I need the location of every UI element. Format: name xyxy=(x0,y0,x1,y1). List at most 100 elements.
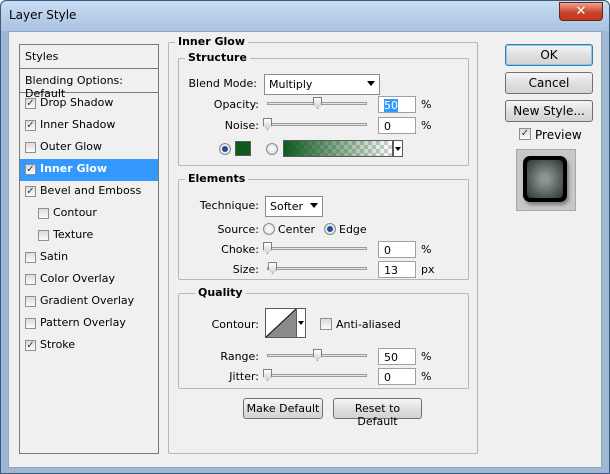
solid-color-radio[interactable] xyxy=(219,143,231,155)
style-item-checkbox[interactable]: ✓ xyxy=(25,120,36,131)
choke-slider-thumb[interactable] xyxy=(263,242,272,254)
anti-aliased-label: Anti-aliased xyxy=(336,318,401,331)
contour-preview[interactable] xyxy=(265,308,297,338)
style-item-checkbox[interactable]: ✓ xyxy=(25,186,36,197)
opacity-input[interactable]: 50 xyxy=(378,96,416,113)
range-input[interactable]: 50 xyxy=(378,348,416,365)
style-item-drop-shadow[interactable]: ✓ Drop Shadow xyxy=(20,93,158,115)
source-label: Source: xyxy=(217,223,260,236)
quality-group: Quality Contour: Anti-aliased Range: 50 … xyxy=(178,286,469,389)
style-item-contour[interactable]: Contour xyxy=(20,203,158,225)
noise-unit: % xyxy=(421,119,432,132)
style-item-gradient-overlay[interactable]: Gradient Overlay xyxy=(20,291,158,313)
noise-slider[interactable] xyxy=(267,123,367,126)
style-item-label: Bevel and Emboss xyxy=(40,184,142,197)
window-title: Layer Style xyxy=(9,8,77,22)
layer-style-dialog: Layer Style ✕ Styles Blending Options: D… xyxy=(0,0,610,474)
style-item-checkbox[interactable]: ✓ xyxy=(25,164,36,175)
style-item-inner-shadow[interactable]: ✓ Inner Shadow xyxy=(20,115,158,137)
glow-gradient-swatch[interactable] xyxy=(283,140,393,157)
style-item-label: Texture xyxy=(53,228,94,241)
gradient-radio[interactable] xyxy=(266,143,278,155)
preview-thumbnail xyxy=(523,156,567,202)
new-style-button[interactable]: New Style... xyxy=(505,100,593,122)
preview-label: Preview xyxy=(535,128,582,142)
style-item-checkbox[interactable] xyxy=(25,318,36,329)
style-item-checkbox[interactable] xyxy=(25,296,36,307)
style-item-checkbox[interactable]: ✓ xyxy=(25,98,36,109)
preview-checkbox[interactable]: ✓ xyxy=(519,128,531,140)
glow-color-swatch[interactable] xyxy=(235,141,251,156)
ok-button[interactable]: OK xyxy=(505,44,593,66)
opacity-label: Opacity: xyxy=(213,98,259,111)
technique-value: Softer xyxy=(270,200,303,213)
style-item-bevel-and-emboss[interactable]: ✓ Bevel and Emboss xyxy=(20,181,158,203)
opacity-slider-thumb[interactable] xyxy=(313,97,322,109)
quality-title: Quality xyxy=(195,286,246,299)
chevron-down-icon xyxy=(310,203,318,208)
elements-title: Elements xyxy=(185,172,249,185)
size-label: Size: xyxy=(232,263,259,276)
style-preview xyxy=(516,149,576,211)
jitter-label: Jitter: xyxy=(229,370,259,383)
choke-input[interactable]: 0 xyxy=(378,241,416,258)
jitter-unit: % xyxy=(421,370,432,383)
style-item-checkbox[interactable]: ✓ xyxy=(25,340,36,351)
source-center-radio[interactable] xyxy=(263,223,275,235)
chevron-down-icon xyxy=(367,81,375,86)
style-item-checkbox[interactable] xyxy=(25,252,36,263)
style-item-label: Drop Shadow xyxy=(40,96,114,109)
blending-options-item[interactable]: Blending Options: Default xyxy=(20,69,158,100)
source-edge-radio[interactable] xyxy=(324,223,336,235)
source-center-label: Center xyxy=(278,223,316,236)
style-item-label: Pattern Overlay xyxy=(40,316,126,329)
style-item-label: Gradient Overlay xyxy=(40,294,135,307)
title-bar[interactable]: Layer Style ✕ xyxy=(1,1,609,31)
style-item-label: Color Overlay xyxy=(40,272,115,285)
style-item-checkbox[interactable] xyxy=(38,230,49,241)
style-item-inner-glow[interactable]: ✓ Inner Glow xyxy=(20,159,158,181)
styles-list: Styles Blending Options: Default ✓ Drop S… xyxy=(19,44,159,454)
dialog-body: Styles Blending Options: Default ✓ Drop S… xyxy=(8,31,602,468)
contour-picker-arrow-icon[interactable] xyxy=(296,308,306,338)
choke-slider[interactable] xyxy=(267,247,367,250)
style-item-checkbox[interactable] xyxy=(25,274,36,285)
range-slider-thumb[interactable] xyxy=(313,349,322,361)
opacity-unit: % xyxy=(421,98,432,111)
style-item-checkbox[interactable] xyxy=(25,142,36,153)
elements-group: Elements Technique: Softer Source: Cente… xyxy=(178,172,469,280)
size-slider-thumb[interactable] xyxy=(268,262,278,274)
size-input[interactable]: 13 xyxy=(378,261,416,278)
choke-unit: % xyxy=(421,243,432,256)
range-label: Range: xyxy=(220,350,259,363)
style-item-outer-glow[interactable]: Outer Glow xyxy=(20,137,158,159)
jitter-slider-thumb[interactable] xyxy=(263,369,272,381)
jitter-input[interactable]: 0 xyxy=(378,368,416,385)
style-item-satin[interactable]: Satin xyxy=(20,247,158,269)
jitter-slider[interactable] xyxy=(267,374,367,377)
style-item-color-overlay[interactable]: Color Overlay xyxy=(20,269,158,291)
blend-mode-dropdown[interactable]: Multiply xyxy=(264,74,380,95)
anti-aliased-checkbox[interactable] xyxy=(320,318,332,330)
style-item-pattern-overlay[interactable]: Pattern Overlay xyxy=(20,313,158,335)
cancel-button[interactable]: Cancel xyxy=(505,72,593,94)
style-item-label: Inner Glow xyxy=(40,162,107,175)
close-button[interactable]: ✕ xyxy=(559,2,603,21)
styles-header[interactable]: Styles xyxy=(20,45,158,69)
size-slider[interactable] xyxy=(267,267,367,270)
technique-dropdown[interactable]: Softer xyxy=(265,196,323,217)
preview-thumbnail-fill xyxy=(527,160,563,198)
noise-input[interactable]: 0 xyxy=(378,117,416,134)
style-item-texture[interactable]: Texture xyxy=(20,225,158,247)
reset-to-default-button[interactable]: Reset to Default xyxy=(333,398,422,428)
style-item-checkbox[interactable] xyxy=(38,208,49,219)
make-default-button[interactable]: Make Default xyxy=(243,398,323,419)
noise-label: Noise: xyxy=(224,119,259,132)
contour-curve-icon xyxy=(266,309,296,337)
style-item-label: Inner Shadow xyxy=(40,118,116,131)
noise-slider-thumb[interactable] xyxy=(263,118,272,130)
blend-mode-value: Multiply xyxy=(269,78,313,91)
style-item-stroke[interactable]: ✓ Stroke xyxy=(20,335,158,357)
structure-group: Structure Blend Mode: Multiply Opacity: … xyxy=(178,51,469,166)
gradient-picker-arrow-icon[interactable] xyxy=(393,140,403,157)
